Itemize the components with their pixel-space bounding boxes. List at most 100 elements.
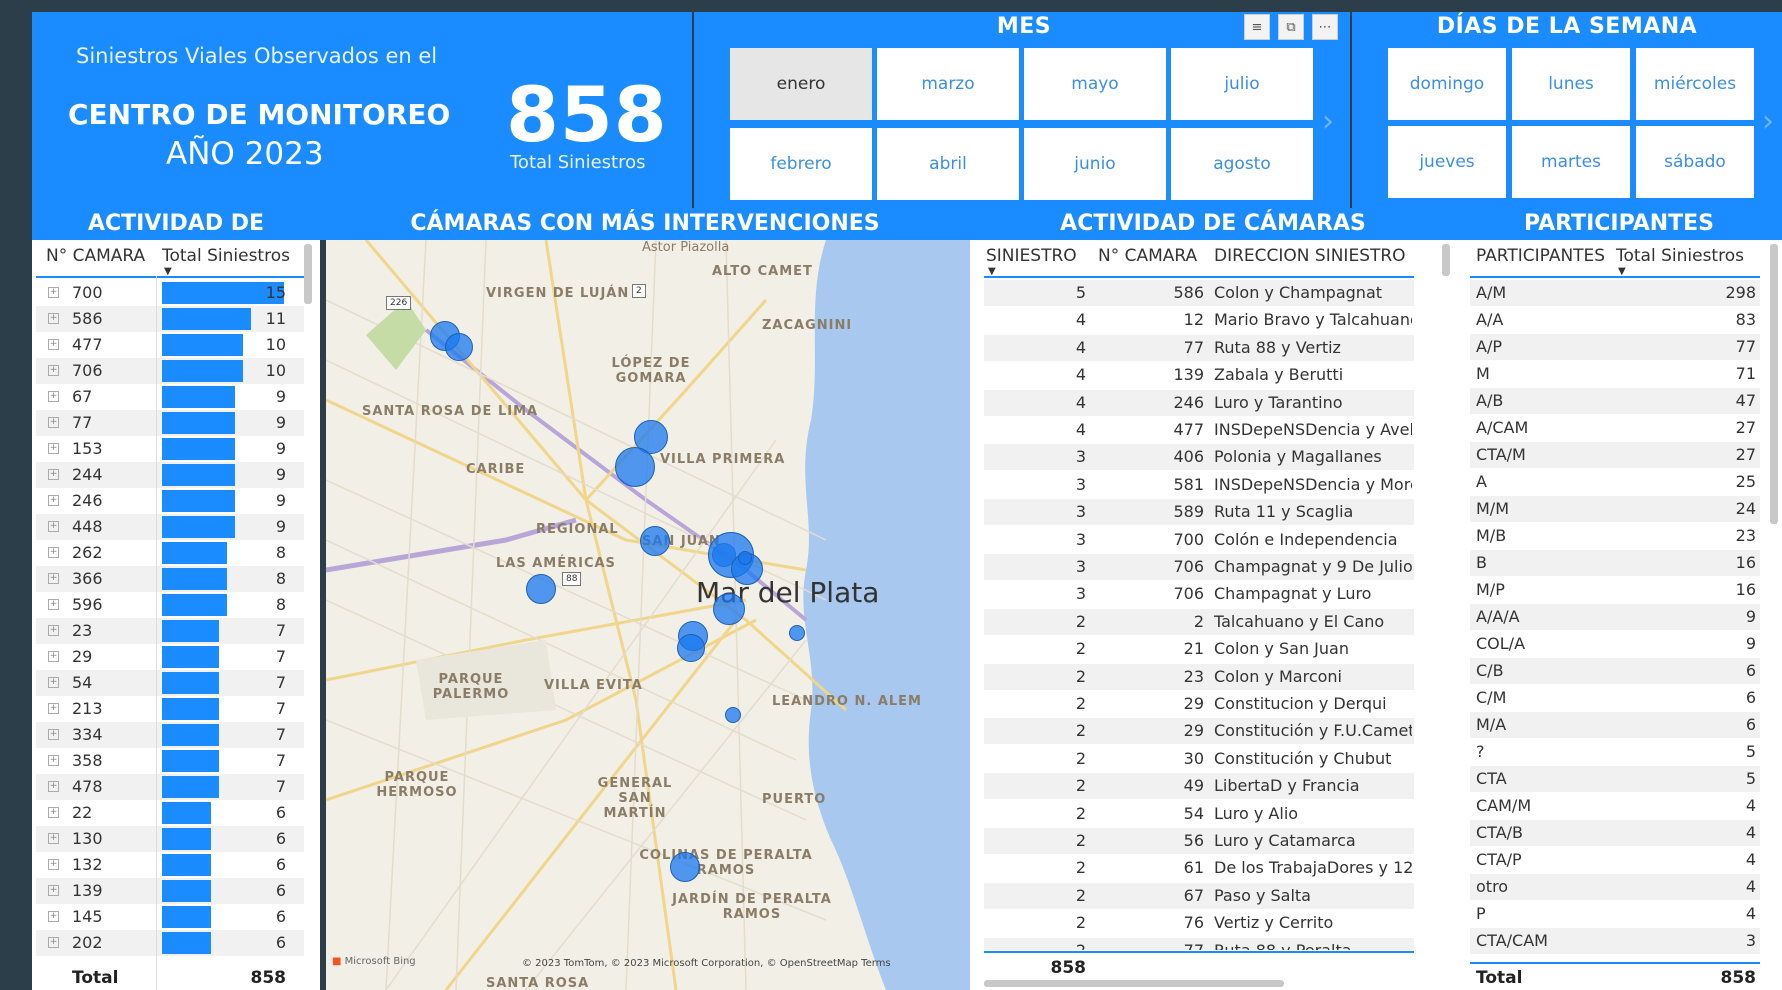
month-tile-febrero[interactable]: febrero (730, 128, 872, 200)
table-row[interactable]: A/CAM 27 (1470, 415, 1760, 441)
expand-icon[interactable]: + (48, 287, 59, 298)
more-options-icon[interactable]: ⋯ (1312, 14, 1338, 40)
map-visual[interactable]: Astor Piazolla ALTO CAMET VIRGEN DE LUJÁN Z… (326, 240, 970, 990)
column-header-total[interactable]: Total Siniestros (162, 246, 290, 266)
expand-icon[interactable]: + (48, 443, 59, 454)
expand-icon[interactable]: + (48, 885, 59, 896)
expand-icon[interactable]: + (48, 677, 59, 688)
camera-bubble[interactable] (615, 447, 655, 487)
expand-icon[interactable]: + (48, 365, 59, 376)
expand-icon[interactable]: + (48, 521, 59, 532)
column-header-total[interactable]: Total Siniestros (1616, 246, 1744, 266)
table-row[interactable]: CTA/P 4 (1470, 847, 1760, 873)
table-row[interactable]: A/A 83 (1470, 307, 1760, 333)
table-row[interactable]: P4 (1470, 901, 1760, 927)
table-row[interactable]: 3 589 Ruta 11 y Scaglia (984, 499, 1414, 526)
camera-bubble[interactable] (677, 634, 705, 662)
table-row[interactable]: M/B 23 (1470, 523, 1760, 549)
table-row[interactable]: 2 61 De los TrabajaDores y 12 De (984, 855, 1414, 881)
camera-bubble[interactable] (670, 852, 700, 882)
table-row[interactable]: +54 7 (36, 670, 304, 696)
table-row[interactable]: +22 6 (36, 800, 304, 826)
table-row[interactable]: A/B 47 (1470, 388, 1760, 414)
month-tile-agosto[interactable]: agosto (1171, 128, 1313, 200)
expand-icon[interactable]: + (48, 547, 59, 558)
table-row[interactable]: 4 139 Zabala y Berutti (984, 362, 1414, 388)
table-row[interactable]: C/B 6 (1470, 658, 1760, 684)
table-row[interactable]: 3 700 Colón e Independencia (984, 527, 1414, 553)
expand-icon[interactable]: + (48, 937, 59, 948)
day-tile-sábado[interactable]: sábado (1636, 126, 1754, 198)
expand-icon[interactable]: + (48, 391, 59, 402)
table-row[interactable]: +334 7 (36, 722, 304, 748)
table-row[interactable]: +153 9 (36, 436, 304, 462)
table-row[interactable]: 2 67 Paso y Salta (984, 882, 1414, 909)
expand-icon[interactable]: + (48, 573, 59, 584)
day-tile-martes[interactable]: martes (1512, 126, 1630, 198)
expand-icon[interactable]: + (48, 495, 59, 506)
table-row[interactable]: 3 706 Champagnat y Luro (984, 581, 1414, 607)
scrollbar-thumb[interactable] (1442, 244, 1450, 276)
table-row[interactable]: COL/A 9 (1470, 631, 1760, 657)
column-header-siniestro[interactable]: SINIESTRO (986, 246, 1077, 266)
table-row[interactable]: CTA 5 (1470, 766, 1760, 792)
table-row[interactable]: 5 586 Colon y Champagnat (984, 280, 1414, 306)
horizontal-scrollbar[interactable] (984, 980, 1284, 987)
column-header-direccion[interactable]: DIRECCION SINIESTRO (1214, 246, 1406, 266)
table-row[interactable]: 2 49 LibertaD y Francia (984, 773, 1414, 800)
table-row[interactable]: +448 9 (36, 514, 304, 540)
expand-icon[interactable]: + (48, 781, 59, 792)
table-row[interactable]: CTA/CAM 3 (1470, 928, 1760, 954)
month-tile-mayo[interactable]: mayo (1024, 48, 1166, 120)
camera-bubble[interactable] (713, 593, 745, 625)
scrollbar-thumb[interactable] (1770, 244, 1778, 524)
table-row[interactable]: A 25 (1470, 469, 1760, 495)
table-row[interactable]: +244 9 (36, 462, 304, 488)
month-tile-abril[interactable]: abril (877, 128, 1019, 200)
expand-icon[interactable]: + (48, 755, 59, 766)
table-row[interactable]: +67 9 (36, 384, 304, 410)
table-row[interactable]: 2 30 Constitución y Chubut (984, 746, 1414, 772)
table-row[interactable]: +358 7 (36, 748, 304, 774)
table-row[interactable]: 3 706 Champagnat y 9 De Julio (984, 554, 1414, 580)
table-row[interactable]: +29 7 (36, 644, 304, 670)
table-row[interactable]: 2 21 Colon y San Juan (984, 636, 1414, 662)
table-row[interactable]: CTA/M 27 (1470, 442, 1760, 468)
table-row[interactable]: 4 77 Ruta 88 y Vertiz (984, 334, 1414, 361)
table-row[interactable]: +706 10 (36, 358, 304, 384)
camera-bubble[interactable] (526, 574, 556, 604)
table-row[interactable]: 3 581 INSDepeNSDencia y Morenc (984, 472, 1414, 498)
day-tile-jueves[interactable]: jueves (1388, 126, 1506, 198)
table-row[interactable]: CAM/M 4 (1470, 793, 1760, 819)
table-row[interactable]: 4 246 Luro y Tarantino (984, 389, 1414, 416)
camera-bubble[interactable] (789, 625, 805, 641)
expand-icon[interactable]: + (48, 313, 59, 324)
table-row[interactable]: C/M 6 (1470, 685, 1760, 711)
table-row[interactable]: +77 9 (36, 410, 304, 436)
table-row[interactable]: +130 6 (36, 826, 304, 852)
table-row[interactable]: otro 4 (1470, 874, 1760, 900)
expand-icon[interactable]: + (48, 469, 59, 480)
table-row[interactable]: A/A/A 9 (1470, 604, 1760, 630)
table-row[interactable]: +23 7 (36, 618, 304, 644)
expand-icon[interactable]: + (48, 833, 59, 844)
table-row[interactable]: +366 8 (36, 566, 304, 592)
expand-icon[interactable]: + (48, 703, 59, 714)
expand-icon[interactable]: + (48, 859, 59, 870)
camera-bubble[interactable] (445, 333, 473, 361)
table-row[interactable]: +139 6 (36, 878, 304, 904)
filter-icon[interactable]: ≡ (1244, 14, 1270, 40)
scrollbar-thumb[interactable] (304, 244, 312, 304)
camera-bubble[interactable] (725, 707, 741, 723)
table-row[interactable]: +202 6 (36, 930, 304, 956)
table-row[interactable]: ? 5 (1470, 739, 1760, 765)
expand-icon[interactable]: + (48, 599, 59, 610)
table-row[interactable]: 2 29 Constitucion y Derqui (984, 691, 1414, 717)
table-row[interactable]: 2 56 Luro y Catamarca (984, 828, 1414, 854)
table-row[interactable]: M/M 24 (1470, 496, 1760, 522)
chevron-right-icon[interactable]: › (1322, 104, 1334, 139)
map-copyright[interactable]: © 2023 TomTom, © 2023 Microsoft Corporat… (522, 958, 891, 969)
month-tile-julio[interactable]: julio (1171, 48, 1313, 120)
month-tile-enero[interactable]: enero (730, 48, 872, 120)
table-row[interactable]: 2 76 Vertiz y Cerrito (984, 910, 1414, 936)
